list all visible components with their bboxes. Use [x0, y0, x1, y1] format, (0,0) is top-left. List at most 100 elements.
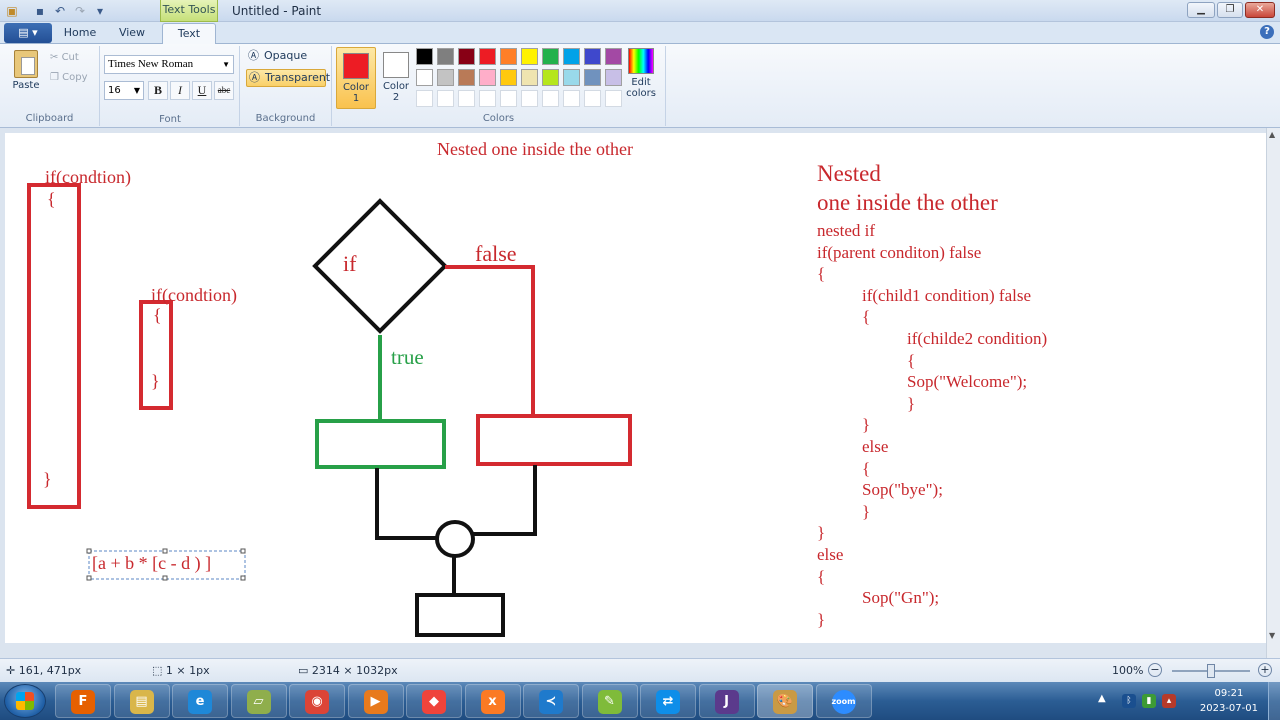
selection-handle[interactable] — [86, 548, 92, 554]
bluetooth-icon[interactable]: ᛒ — [1122, 694, 1136, 708]
palette-swatch[interactable] — [563, 48, 580, 65]
taskbar-button[interactable]: ▶ — [347, 684, 404, 718]
selection-size: ⬚ 1 × 1px — [152, 664, 210, 677]
expression-text[interactable]: [a + b * [c - d ) ] — [92, 553, 211, 574]
show-desktop-button[interactable] — [1268, 682, 1280, 720]
tab-text[interactable]: Text — [162, 23, 216, 44]
cut-button[interactable]: ✂ Cut — [50, 52, 79, 63]
color2-button[interactable]: Color 2 — [376, 47, 416, 109]
edit-colors-button[interactable]: Edit colors — [624, 48, 658, 99]
palette-swatch[interactable] — [584, 48, 601, 65]
palette-swatch[interactable] — [605, 48, 622, 65]
bold-button[interactable]: B — [148, 81, 168, 100]
palette-swatch[interactable] — [563, 90, 580, 107]
underline-button[interactable]: U — [192, 81, 212, 100]
taskbar-button[interactable]: ▤ — [113, 684, 170, 718]
palette-swatch[interactable] — [458, 69, 475, 86]
clock[interactable]: 09:21 2023-07-01 — [1200, 686, 1258, 716]
copy-label: Copy — [62, 72, 88, 83]
start-button[interactable] — [4, 684, 46, 718]
zoom-out-icon[interactable]: − — [1148, 663, 1162, 677]
palette-swatch[interactable] — [605, 90, 622, 107]
palette-swatch[interactable] — [521, 90, 538, 107]
transparent-option[interactable]: Ⓐ Transparent — [246, 69, 330, 87]
palette-swatch[interactable] — [500, 90, 517, 107]
network-icon[interactable]: ▴ — [1162, 694, 1176, 708]
close-button[interactable]: ✕ — [1245, 2, 1275, 18]
taskbar-button[interactable]: x — [464, 684, 521, 718]
palette-swatch[interactable] — [542, 69, 559, 86]
opaque-option[interactable]: Ⓐ Opaque — [246, 48, 326, 66]
copy-button[interactable]: ❐ Copy — [50, 72, 88, 83]
paste-button[interactable]: Paste — [10, 50, 42, 91]
taskbar-button[interactable]: ▱ — [230, 684, 287, 718]
help-icon[interactable]: ? — [1260, 25, 1274, 39]
drawing-canvas[interactable]: Nested one inside the other if(condtion)… — [5, 133, 1266, 643]
vertical-scrollbar[interactable]: ▲ ▼ — [1266, 128, 1280, 658]
palette-swatch[interactable] — [542, 48, 559, 65]
minimize-button[interactable]: ▁ — [1187, 2, 1215, 18]
palette-swatch[interactable] — [479, 48, 496, 65]
palette-swatch[interactable] — [479, 69, 496, 86]
palette-swatch[interactable] — [437, 69, 454, 86]
maximize-button[interactable]: ❐ — [1217, 2, 1243, 18]
palette-swatch[interactable] — [584, 69, 601, 86]
save-icon[interactable]: ▪ — [32, 3, 48, 19]
palette-swatch[interactable] — [437, 90, 454, 107]
show-hidden-icons[interactable]: ▲ — [1098, 693, 1106, 704]
scroll-up-icon[interactable]: ▲ — [1269, 130, 1275, 139]
taskbar-button[interactable]: ≺ — [523, 684, 579, 718]
customize-quick-access-icon[interactable]: ▾ — [92, 3, 108, 19]
font-name-dropdown[interactable]: Times New Roman ▼ — [104, 55, 234, 74]
taskbar-button[interactable]: ◉ — [289, 684, 345, 718]
code-line: if(parent conditon) false — [817, 242, 982, 262]
palette-swatch[interactable] — [605, 69, 622, 86]
palette-swatch[interactable] — [563, 69, 580, 86]
italic-button[interactable]: I — [170, 81, 190, 100]
palette-swatch[interactable] — [437, 48, 454, 65]
strikethrough-button[interactable]: abc — [214, 81, 234, 100]
zoom-slider-thumb[interactable] — [1207, 664, 1215, 678]
edit-colors-label: Edit — [631, 77, 651, 88]
taskbar-button[interactable]: 🎨 — [757, 684, 813, 718]
taskbar-button[interactable]: ◆ — [406, 684, 462, 718]
palette-swatch[interactable] — [584, 90, 601, 107]
tab-home[interactable]: Home — [58, 23, 102, 44]
palette-swatch[interactable] — [542, 90, 559, 107]
taskbar-button[interactable]: ✎ — [581, 684, 638, 718]
palette-swatch[interactable] — [416, 48, 433, 65]
taskbar-button[interactable]: J — [698, 684, 755, 718]
text-tools-context-tab: Text Tools — [160, 0, 218, 22]
taskbar-button[interactable]: F — [55, 684, 111, 718]
redo-icon[interactable]: ↷ — [72, 3, 88, 19]
palette-swatch[interactable] — [458, 48, 475, 65]
selection-handle[interactable] — [86, 575, 92, 581]
font-size-value: 16 — [108, 85, 121, 96]
zoom-in-icon[interactable]: + — [1258, 663, 1272, 677]
battery-icon[interactable]: ▮ — [1142, 694, 1156, 708]
taskbar-button[interactable]: ⇄ — [640, 684, 696, 718]
tab-view[interactable]: View — [110, 23, 154, 44]
taskbar-button[interactable]: zoom — [815, 684, 872, 718]
taskbar-button[interactable]: e — [172, 684, 228, 718]
palette-swatch[interactable] — [416, 90, 433, 107]
palette-swatch[interactable] — [458, 90, 475, 107]
anydesk-icon: ◆ — [422, 690, 446, 714]
selection-handle[interactable] — [240, 548, 246, 554]
paint-menu-button[interactable]: ▤ ▾ — [4, 23, 52, 43]
cursor-position-value: 161, 471px — [18, 664, 82, 677]
code-line: } — [862, 415, 871, 435]
paint-app-icon[interactable]: ▣ — [4, 3, 20, 19]
font-size-dropdown[interactable]: 16 ▼ — [104, 81, 144, 100]
palette-swatch[interactable] — [521, 69, 538, 86]
selection-handle[interactable] — [240, 575, 246, 581]
palette-swatch[interactable] — [500, 48, 517, 65]
undo-icon[interactable]: ↶ — [52, 3, 68, 19]
palette-swatch[interactable] — [479, 90, 496, 107]
scroll-down-icon[interactable]: ▼ — [1269, 631, 1275, 640]
palette-swatch[interactable] — [521, 48, 538, 65]
color1-button[interactable]: Color 1 — [336, 47, 376, 109]
palette-swatch[interactable] — [500, 69, 517, 86]
palette-swatch[interactable] — [416, 69, 433, 86]
selection-handle[interactable] — [162, 575, 168, 581]
